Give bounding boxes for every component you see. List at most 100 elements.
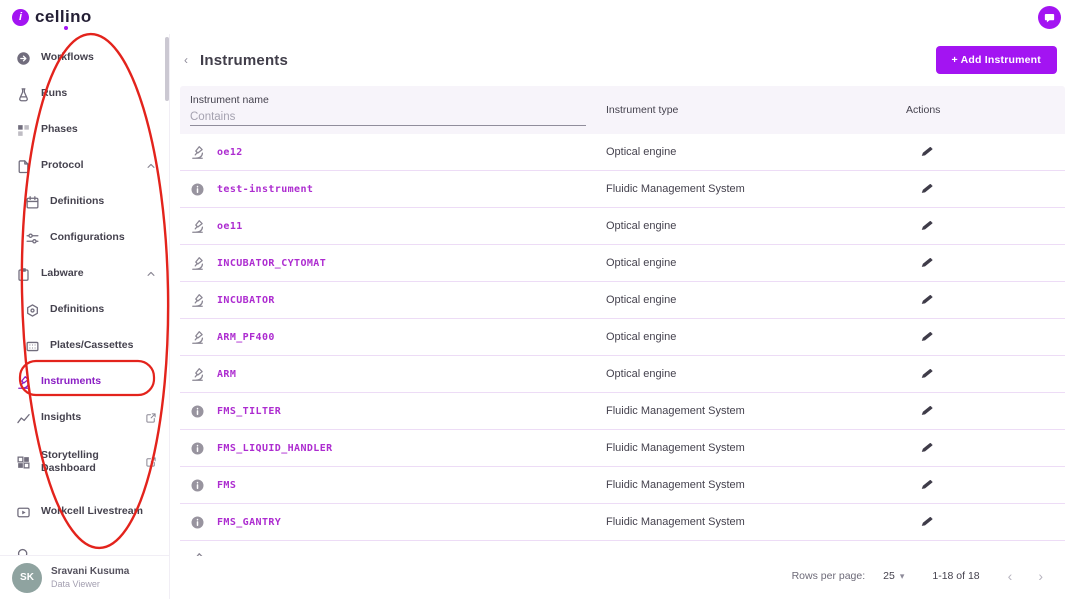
instrument-name-link[interactable]: oe11 [217, 221, 243, 232]
instrument-name-link[interactable]: FMS [217, 480, 236, 491]
calendar-icon [25, 195, 40, 210]
table-row: FMS Fluidic Management System [180, 467, 1065, 504]
brand-wordmark: cellino [35, 7, 92, 27]
table-row: FMS_GANTRYFluidic Management System [180, 504, 1065, 541]
next-page-icon[interactable]: › [1038, 569, 1043, 583]
instrument-name-filter-input[interactable] [190, 108, 586, 126]
cellino-logo[interactable]: i cellino [12, 7, 92, 27]
table-row: INCUBATOR_CYTOMAT Optical engine [180, 245, 1065, 282]
instrument-type: Optical engine [606, 294, 906, 306]
edit-icon[interactable] [920, 403, 936, 419]
microscope-icon [16, 375, 31, 390]
edit-icon[interactable] [920, 181, 936, 197]
sidebar-item-label: Storytelling Dashboard [41, 449, 125, 475]
info-icon [190, 478, 205, 493]
sidebar-item-workcell-livestream[interactable]: Workcell Livestream [0, 494, 169, 530]
microscope-icon [190, 256, 205, 271]
protocol-icon [16, 159, 31, 174]
edit-icon[interactable] [920, 551, 936, 556]
sidebar-item-label: Definitions [50, 195, 104, 208]
sidebar-item-label: Workcell Livestream [41, 505, 143, 518]
table-row: oe11Optical engine [180, 208, 1065, 245]
instrument-type: Optical engine [606, 368, 906, 380]
info-icon [190, 182, 205, 197]
sidebar-item-partial[interactable] [0, 536, 169, 555]
edit-icon[interactable] [920, 218, 936, 234]
rows-per-page-select[interactable]: 25 ▾ [883, 570, 904, 582]
instrument-name-link[interactable]: ARM_PF400 [217, 332, 275, 343]
instrument-name-link[interactable]: ARM [217, 369, 236, 380]
edit-icon[interactable] [920, 255, 936, 271]
table-rows: oe12 Optical engine test-instrument Fluidic… [180, 134, 1065, 556]
sidebar-item-protocol[interactable]: Protocol [0, 148, 169, 184]
sidebar-item-workflows[interactable]: Workflows [0, 40, 169, 76]
edit-icon[interactable] [920, 366, 936, 382]
table-row [180, 541, 1065, 556]
chevron-up-icon [145, 160, 157, 172]
user-name: Sravani Kusuma [51, 566, 129, 577]
table-row: ARM Optical engine [180, 356, 1065, 393]
sidebar-item-runs[interactable]: Runs [0, 76, 169, 112]
chevron-down-icon: ▾ [900, 571, 905, 582]
instrument-name-link[interactable]: INCUBATOR [217, 295, 275, 306]
phases-icon [16, 123, 31, 138]
sidebar-item-protocol-configurations[interactable]: Configurations [0, 220, 169, 256]
sidebar-item-label: Phases [41, 123, 78, 136]
edit-icon[interactable] [920, 144, 936, 160]
instrument-name-link[interactable]: test-instrument [217, 184, 313, 195]
edit-icon[interactable] [920, 477, 936, 493]
edit-icon[interactable] [920, 329, 936, 345]
page-title: Instruments [200, 52, 288, 69]
edit-icon[interactable] [920, 514, 936, 530]
sidebar-item-labware[interactable]: Labware [0, 256, 169, 292]
microscope-icon [190, 293, 205, 308]
sidebar-item-storytelling-dashboard[interactable]: Storytelling Dashboard [0, 436, 169, 488]
chat-button[interactable] [1038, 6, 1061, 29]
edit-icon[interactable] [920, 440, 936, 456]
sidebar-item-instruments[interactable]: Instruments [0, 364, 169, 400]
sidebar-item-label: Insights [41, 411, 81, 424]
sidebar-item-insights[interactable]: Insights [0, 400, 169, 436]
instrument-name-link[interactable]: INCUBATOR_CYTOMAT [217, 258, 326, 269]
user-role: Data Viewer [51, 579, 129, 589]
column-header-instrument-type: Instrument type [606, 104, 906, 116]
sidebar-item-labware-definitions[interactable]: Definitions [0, 292, 169, 328]
pagination-range: 1-18 of 18 [932, 570, 979, 582]
collapse-sidebar-icon[interactable]: ‹ [178, 52, 194, 68]
table-row: INCUBATOR Optical engine [180, 282, 1065, 319]
sidebar-item-phases[interactable]: Phases [0, 112, 169, 148]
instrument-name-link[interactable]: oe12 [217, 147, 243, 158]
column-header-instrument-name: Instrument name [190, 94, 606, 106]
table-header: Instrument name Instrument type Actions [180, 86, 1065, 134]
instrument-type: Optical engine [606, 331, 906, 343]
add-instrument-button[interactable]: + Add Instrument [936, 46, 1057, 74]
instrument-type: Fluidic Management System [606, 479, 906, 491]
microscope-icon [190, 367, 205, 382]
sidebar-item-label: Configurations [50, 231, 125, 244]
sidebar-scrollbar[interactable] [165, 37, 169, 101]
instrument-type: Optical engine [606, 257, 906, 269]
microscope-icon [190, 552, 205, 557]
search-icon [16, 547, 31, 556]
instrument-name-link[interactable]: FMS_GANTRY [217, 517, 281, 528]
main-content: ‹ Instruments + Add Instrument Instrumen… [170, 34, 1075, 599]
instrument-name-link[interactable]: FMS_TILTER [217, 406, 281, 417]
chevron-up-icon [145, 268, 157, 280]
edit-icon[interactable] [920, 292, 936, 308]
previous-page-icon[interactable]: ‹ [1008, 569, 1013, 583]
sidebar-item-protocol-definitions[interactable]: Definitions [0, 184, 169, 220]
sidebar-item-plates-cassettes[interactable]: Plates/Cassettes [0, 328, 169, 364]
avatar: SK [12, 563, 42, 593]
sidebar-item-label: Definitions [50, 303, 104, 316]
instrument-type: Fluidic Management System [606, 405, 906, 417]
sidebar-item-label: Runs [41, 87, 67, 100]
table-row: FMS_LIQUID_HANDLERFluidic Management Sys… [180, 430, 1065, 467]
table-row: FMS_TILTER Fluidic Management System [180, 393, 1065, 430]
microscope-icon [190, 145, 205, 160]
sidebar-item-label: Labware [41, 267, 84, 280]
instrument-type: Optical engine [606, 146, 906, 158]
instrument-name-link[interactable]: FMS_LIQUID_HANDLER [217, 443, 333, 454]
info-icon [190, 404, 205, 419]
user-profile[interactable]: SK Sravani Kusuma Data Viewer [0, 555, 169, 599]
hexagon-icon [25, 303, 40, 318]
